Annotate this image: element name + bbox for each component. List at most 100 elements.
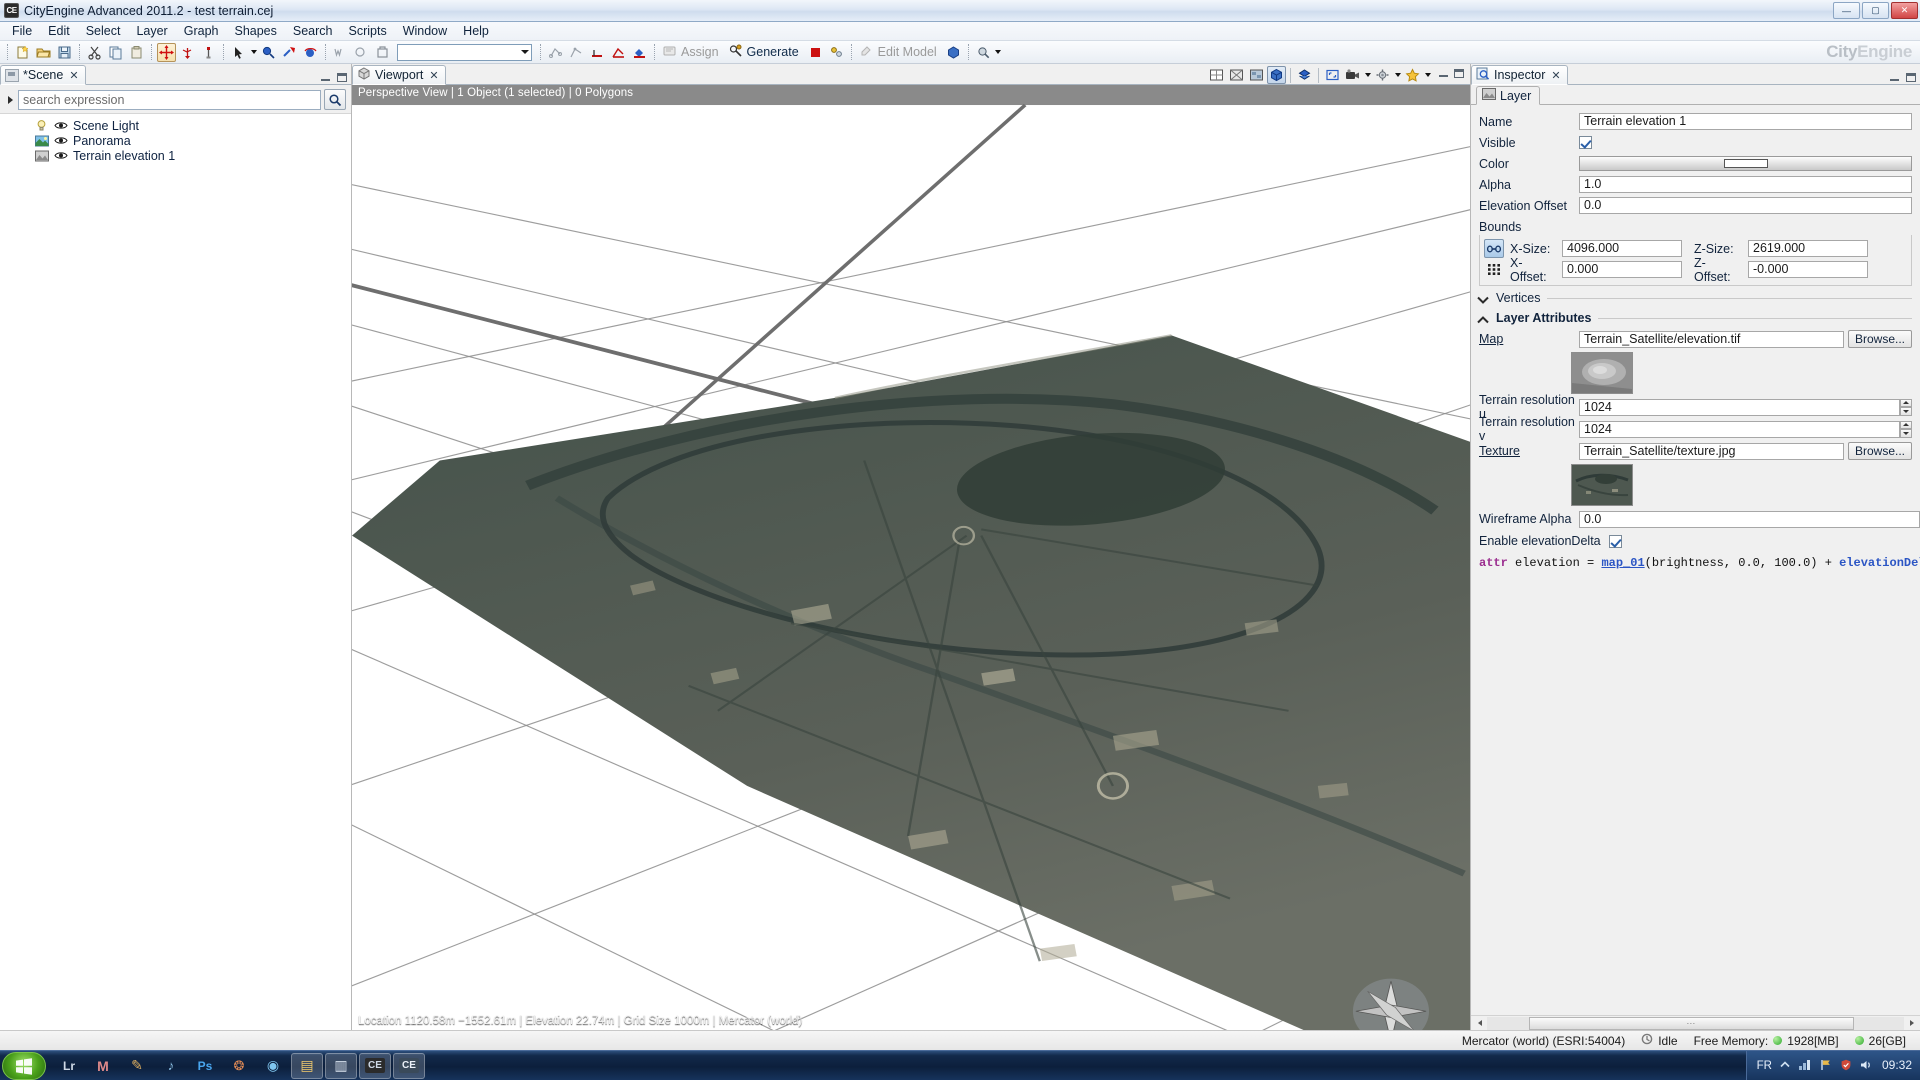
- menu-window[interactable]: Window: [395, 22, 455, 41]
- tab-scene[interactable]: *Scene ✕: [0, 65, 86, 85]
- taskbar-libreoffice-icon[interactable]: Lr: [53, 1053, 85, 1079]
- map-field[interactable]: Terrain_Satellite/elevation.tif: [1579, 330, 1844, 348]
- menu-layer[interactable]: Layer: [128, 22, 175, 41]
- graph-edit-icon[interactable]: [567, 43, 586, 62]
- camera-icon[interactable]: [1343, 66, 1362, 84]
- tree-item-scene-light[interactable]: Scene Light: [0, 118, 351, 133]
- frame-all-icon[interactable]: [1323, 66, 1342, 84]
- shaded-wire-display-icon[interactable]: [1227, 66, 1246, 84]
- tray-expand-icon[interactable]: [1780, 1060, 1790, 1073]
- menu-file[interactable]: File: [4, 22, 40, 41]
- viewport-settings-gear-icon[interactable]: [1373, 66, 1392, 84]
- search-filter-icon[interactable]: [974, 43, 993, 62]
- street-tool-icon[interactable]: [588, 43, 607, 62]
- elevation-offset-field[interactable]: 0.0: [1579, 197, 1912, 214]
- panel-minimize-icon[interactable]: [1890, 73, 1899, 81]
- visible-checkbox[interactable]: [1579, 136, 1592, 149]
- close-button[interactable]: ✕: [1891, 2, 1918, 19]
- select-arrow-icon[interactable]: [229, 43, 248, 62]
- section-layer-attributes[interactable]: Layer Attributes: [1471, 308, 1920, 328]
- z-offset-field[interactable]: -0.000: [1748, 261, 1868, 278]
- orbit-tool-icon[interactable]: [301, 43, 320, 62]
- model-cube-icon[interactable]: [944, 43, 963, 62]
- scroll-track[interactable]: ⋯: [1487, 1016, 1904, 1030]
- z-size-field[interactable]: 2619.000: [1748, 240, 1868, 257]
- pan-tool-icon[interactable]: [280, 43, 299, 62]
- zoom-tool-icon[interactable]: [259, 43, 278, 62]
- attribute-rule-expression[interactable]: attr elevation = map_01 (brightness, 0.0…: [1471, 552, 1920, 570]
- search-input[interactable]: search expression: [18, 89, 321, 110]
- save-icon[interactable]: [55, 43, 74, 62]
- terrain-resolution-v-field[interactable]: 1024: [1579, 420, 1900, 438]
- edit-model-button[interactable]: Edit Model: [856, 43, 943, 62]
- menu-edit[interactable]: Edit: [40, 22, 78, 41]
- taskbar-media-icon[interactable]: ♪: [155, 1053, 187, 1079]
- color-picker[interactable]: [1579, 156, 1912, 171]
- scene-tree[interactable]: Scene Light Panorama Terrain elevation 1: [0, 113, 351, 1030]
- terrain-resolution-u-stepper[interactable]: [1900, 398, 1912, 416]
- close-icon[interactable]: ✕: [429, 69, 438, 82]
- bookmark-star-icon[interactable]: [1403, 66, 1422, 84]
- tab-viewport[interactable]: Viewport ✕: [352, 65, 446, 85]
- tray-network-icon[interactable]: [1798, 1059, 1812, 1074]
- menu-graph[interactable]: Graph: [176, 22, 227, 41]
- tray-security-icon[interactable]: [1840, 1059, 1852, 1074]
- stepper-down-icon[interactable]: [1900, 407, 1912, 416]
- visibility-eye-icon[interactable]: [54, 135, 68, 146]
- viewport-minimize-icon[interactable]: [1439, 69, 1448, 77]
- rotate-tool-icon[interactable]: [178, 43, 197, 62]
- stepper-down-icon[interactable]: [1900, 429, 1912, 438]
- tab-inspector[interactable]: Inspector ✕: [1471, 65, 1568, 85]
- close-icon[interactable]: ✕: [69, 69, 78, 82]
- alpha-field[interactable]: 1.0: [1579, 176, 1912, 193]
- scroll-left-icon[interactable]: [1472, 1017, 1487, 1030]
- new-file-icon[interactable]: [13, 43, 32, 62]
- taskbar-window-icon[interactable]: ▥: [325, 1052, 357, 1079]
- panel-minimize-icon[interactable]: [321, 73, 330, 81]
- viewport-canvas[interactable]: Perspective View | 1 Object (1 selected)…: [352, 85, 1470, 1030]
- terrain-resolution-u-field[interactable]: 1024: [1579, 398, 1900, 416]
- texture-field[interactable]: Terrain_Satellite/texture.jpg: [1579, 442, 1844, 460]
- taskbar-browser-icon[interactable]: ◉: [257, 1053, 289, 1079]
- minimize-button[interactable]: —: [1833, 2, 1860, 19]
- texture-label[interactable]: Texture: [1479, 444, 1579, 458]
- snap-icon[interactable]: [373, 43, 392, 62]
- generate-button[interactable]: Generate: [725, 43, 805, 62]
- panel-maximize-icon[interactable]: [1906, 73, 1916, 82]
- x-offset-field[interactable]: 0.000: [1562, 261, 1682, 278]
- scroll-thumb[interactable]: ⋯: [1528, 1016, 1854, 1030]
- scroll-right-icon[interactable]: [1904, 1017, 1919, 1030]
- settings-gear-icon[interactable]: [827, 43, 846, 62]
- taskbar-clock[interactable]: 09:32: [1882, 1059, 1912, 1072]
- menu-help[interactable]: Help: [455, 22, 497, 41]
- cut-icon[interactable]: [85, 43, 104, 62]
- tree-item-panorama[interactable]: Panorama: [0, 133, 351, 148]
- inspector-horizontal-scrollbar[interactable]: ⋯: [1471, 1015, 1920, 1030]
- solid-display-icon[interactable]: [1267, 66, 1286, 84]
- taskbar-cityengine-icon[interactable]: CE: [359, 1052, 391, 1079]
- assign-button[interactable]: Assign: [659, 43, 725, 62]
- menu-select[interactable]: Select: [78, 22, 129, 41]
- visibility-eye-icon[interactable]: [54, 150, 68, 161]
- tray-volume-icon[interactable]: [1860, 1059, 1874, 1074]
- x-size-field[interactable]: 4096.000: [1562, 240, 1682, 257]
- enable-elevation-delta-checkbox[interactable]: [1609, 534, 1622, 548]
- texture-browse-button[interactable]: Browse...: [1847, 442, 1912, 460]
- textured-display-icon[interactable]: [1247, 66, 1266, 84]
- wireframe-alpha-field[interactable]: 0.0: [1579, 510, 1920, 528]
- search-dropdown-arrow-icon[interactable]: [994, 43, 1003, 61]
- scale-tool-icon[interactable]: [199, 43, 218, 62]
- language-indicator[interactable]: FR: [1757, 1060, 1772, 1072]
- stepper-up-icon[interactable]: [1900, 398, 1912, 407]
- taskbar-photoshop-icon[interactable]: Ps: [189, 1053, 221, 1079]
- map-label[interactable]: Map: [1479, 332, 1579, 346]
- menu-search[interactable]: Search: [285, 22, 341, 41]
- graph-create-icon[interactable]: [546, 43, 565, 62]
- search-expand-arrow-icon[interactable]: [3, 91, 15, 109]
- taskbar-tools-icon[interactable]: ✎: [121, 1053, 153, 1079]
- paste-icon[interactable]: [127, 43, 146, 62]
- isolate-selection-icon[interactable]: [1295, 66, 1314, 84]
- name-field[interactable]: Terrain elevation 1: [1579, 113, 1912, 130]
- taskbar-explorer-icon[interactable]: ▤: [291, 1052, 323, 1079]
- open-folder-icon[interactable]: [34, 43, 53, 62]
